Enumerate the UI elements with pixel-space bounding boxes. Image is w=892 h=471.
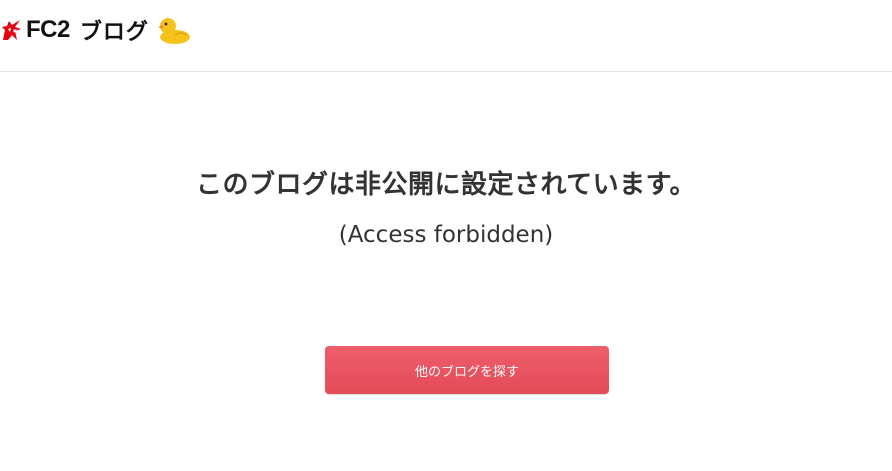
access-forbidden-text: (Access forbidden)	[338, 222, 554, 248]
find-other-blogs-label: 他のブログを探す	[414, 364, 519, 380]
logo-brand-text: FC2	[26, 16, 70, 43]
site-header: FC2 ブログ	[0, 0, 892, 72]
logo-product-text: ブログ	[79, 20, 149, 45]
private-blog-message: このブログは非公開に設定されています。	[195, 170, 697, 200]
fc2-blog-logo[interactable]: FC2 ブログ	[0, 12, 193, 48]
fc2-unicorn-icon	[2, 20, 21, 40]
find-other-blogs-button[interactable]: 他のブログを探す	[325, 346, 609, 394]
duck-icon	[157, 18, 190, 44]
